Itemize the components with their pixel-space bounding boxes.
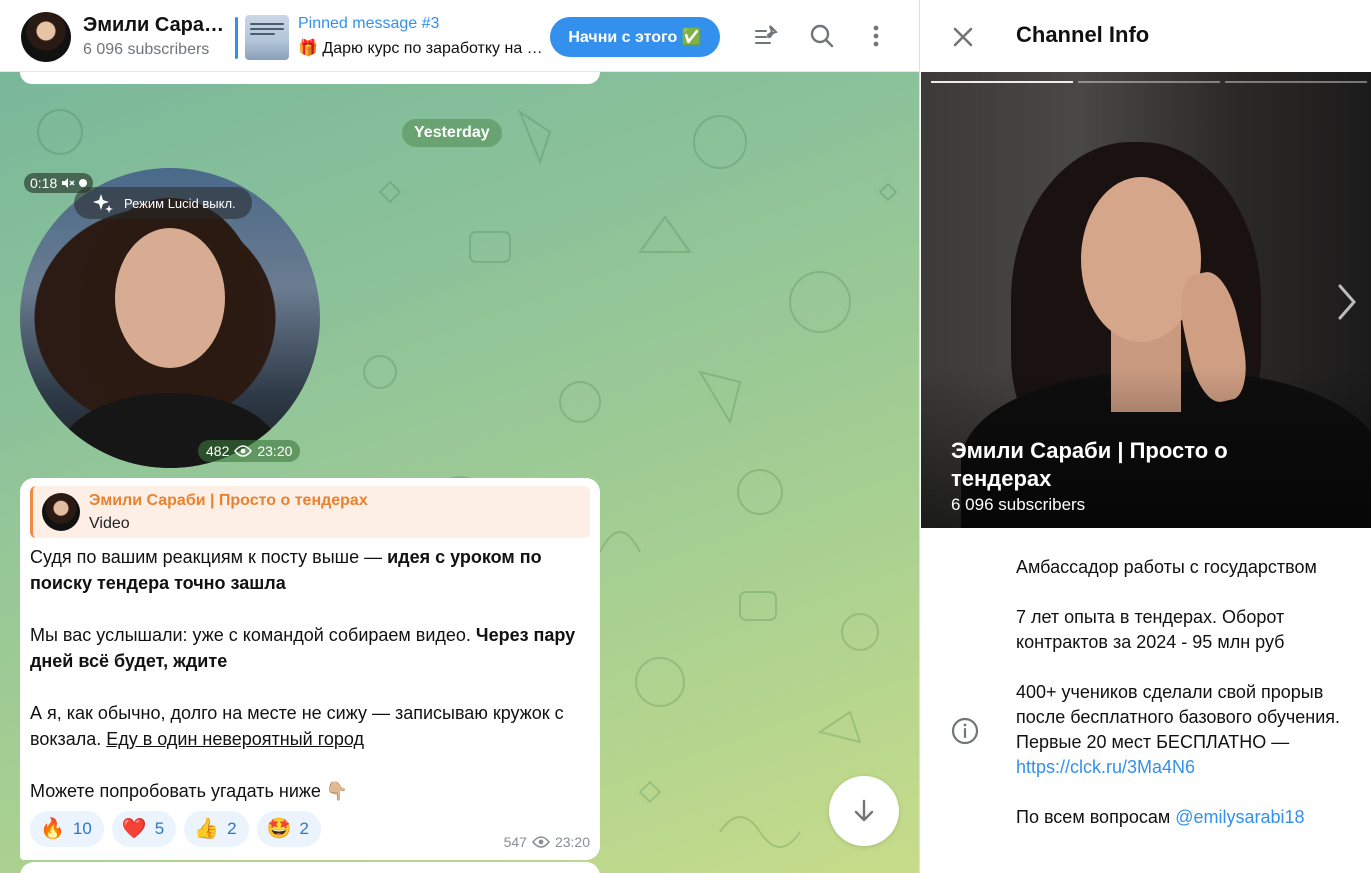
video-duration: 0:18 [30,175,58,191]
message-text: Судя по вашим реакциям к посту выше — ид… [30,547,576,801]
lucid-mode-toast: Режим Lucid выкл. [74,187,252,219]
lucid-mode-label: Режим Lucid выкл. [124,195,236,211]
video-time: 23:20 [257,443,293,459]
pin-list-icon[interactable] [751,20,783,52]
scroll-down-button[interactable] [829,776,899,846]
reply-author: Эмили Сараби | Просто о тендерах [89,492,368,509]
more-vertical-icon[interactable] [860,20,892,52]
photo-progress-segment [1225,81,1367,83]
pinned-cta-button[interactable]: Начни с этого ✅ [550,17,720,57]
reaction-fire[interactable]: 🔥 10 [30,811,104,847]
photo-progress-segment [931,81,1073,83]
eye-icon [234,445,253,457]
unread-dot-icon [79,179,88,187]
reply-preview[interactable]: Эмили Сараби | Просто о тендерах Video [30,486,590,538]
pinned-thumbnail[interactable] [245,15,289,60]
reaction-thumbs-up[interactable]: 👍 2 [184,811,249,847]
reaction-heart[interactable]: ❤️ 5 [111,811,177,847]
info-circle-icon [950,716,980,746]
chevron-right-icon[interactable] [1330,277,1364,327]
reply-avatar [42,493,80,531]
pinned-text[interactable]: 🎁 Дарю курс по заработку на тендерах [298,38,543,58]
channel-avatar[interactable] [21,12,71,62]
channel-photo[interactable]: Эмили Сараби | Просто о тендерах 6 096 s… [921,72,1371,528]
message-link[interactable]: Еду в один невероятный город [106,729,364,749]
sparkle-icon [93,194,113,213]
message-bubble[interactable]: Эмили Сараби | Просто о тендерах Video С… [20,478,600,860]
video-meta: 482 23:20 [198,440,301,462]
arrow-down-icon [854,799,874,822]
info-title: Channel Info [1016,22,1150,47]
channel-info-panel: Channel Info Эмили Сараби | Просто о тен… [919,0,1371,873]
reaction-star-eyes[interactable]: 🤩 2 [256,811,321,847]
eye-icon [531,836,550,848]
reply-type: Video [89,515,130,532]
previous-message-stub [20,72,600,84]
search-icon[interactable] [806,20,838,52]
channel-subscribers: 6 096 subscribers [83,41,210,58]
photo-channel-name: Эмили Сараби | Просто о тендерах [951,438,1228,491]
message-meta: 547 23:20 [504,834,590,850]
message-time: 23:20 [554,834,590,850]
message-views: 547 [503,834,527,850]
photo-progress-segment [1078,81,1220,83]
description-link[interactable]: https://clck.ru/3Ma4N6 [1016,757,1195,777]
muted-icon [62,178,75,188]
pinned-indicator [235,17,238,59]
date-separator: Yesterday [402,119,502,147]
info-header: Channel Info [920,0,1371,72]
reactions-row: 🔥 10 ❤️ 5 👍 2 🤩 2 [30,811,321,847]
pinned-title[interactable]: Pinned message #3 [298,15,439,33]
video-views: 482 [206,443,230,459]
chat-header: Эмили Сараби | Просто о тендерах 6 096 s… [0,0,919,72]
photo-subscribers: 6 096 subscribers [951,495,1086,514]
channel-description: Амбассадор работы с государством 7 лет о… [1016,557,1341,827]
channel-title[interactable]: Эмили Сараби | Просто о тендерах [83,14,231,37]
description-mention[interactable]: @emilysarabi18 [1175,807,1304,827]
chat-pane: Эмили Сараби | Просто о тендерах 6 096 s… [0,0,919,873]
next-message-stub [20,862,600,873]
close-icon[interactable] [948,22,978,52]
